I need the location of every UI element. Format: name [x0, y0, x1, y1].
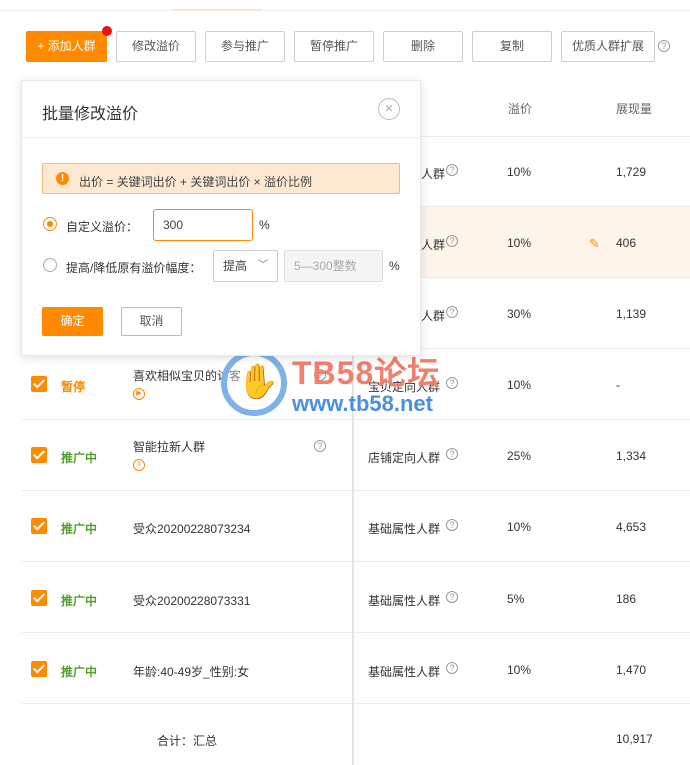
- impressions-value: -: [616, 378, 620, 392]
- formula-notice: ! 出价 = 关键词出价 + 关键词出价 × 溢价比例: [42, 163, 400, 194]
- header-premium[interactable]: 溢价: [508, 100, 532, 117]
- adjust-premium-radio[interactable]: [43, 258, 57, 272]
- help-icon[interactable]: ?: [658, 40, 670, 52]
- total-impressions: 10,917: [616, 732, 653, 746]
- help-icon[interactable]: ?: [446, 519, 458, 531]
- crowd-type: 基础属性人群: [368, 665, 441, 679]
- premium-value[interactable]: 10%: [507, 165, 531, 179]
- impressions-value: 1,470: [616, 663, 647, 677]
- premium-value[interactable]: 5%: [507, 592, 524, 606]
- premium-value[interactable]: 10%: [507, 663, 531, 677]
- impressions-value: 186: [616, 592, 637, 606]
- formula-text: 出价 = 关键词出价 + 关键词出价 × 溢价比例: [79, 175, 313, 189]
- watermark-url: www.tb58.net: [292, 391, 433, 416]
- impressions-value: 1,729: [616, 165, 647, 179]
- crowd-name[interactable]: 年龄:40-49岁_性别:女: [133, 663, 249, 680]
- top-divider: [0, 10, 690, 11]
- crowd-type: 基础属性人群: [368, 594, 441, 608]
- help-icon[interactable]: ?: [446, 662, 458, 674]
- row-checkbox[interactable]: [31, 376, 47, 392]
- crowd-type: 人群: [421, 238, 446, 252]
- row-checkbox[interactable]: [31, 447, 47, 463]
- status-badge: 推广中: [61, 665, 98, 679]
- row-divider: [22, 561, 690, 562]
- copy-button[interactable]: 复制: [472, 31, 552, 62]
- premium-value[interactable]: 10%: [507, 520, 531, 534]
- pause-promotion-button[interactable]: 暂停推广: [294, 31, 374, 62]
- pause-icon[interactable]: II: [133, 459, 145, 471]
- batch-modify-premium-popup: 批量修改溢价 × ! 出价 = 关键词出价 + 关键词出价 × 溢价比例 自定义…: [21, 80, 421, 356]
- adjust-direction-select[interactable]: 提高 ﹀: [213, 250, 278, 282]
- crowd-type: 人群: [421, 309, 446, 323]
- custom-premium-input[interactable]: 300: [153, 209, 253, 241]
- crowd-type: 人群: [421, 167, 446, 181]
- row-checkbox[interactable]: [31, 518, 47, 534]
- row-checkbox[interactable]: [31, 661, 47, 677]
- popup-divider: [22, 137, 420, 138]
- row-divider: [22, 703, 690, 704]
- impressions-value: 1,334: [616, 449, 647, 463]
- adjust-direction-value: 提高: [223, 259, 248, 273]
- row-divider: [22, 419, 690, 420]
- row-divider: [22, 632, 690, 633]
- premium-value[interactable]: 10%: [507, 378, 531, 392]
- total-label: 合计：汇总: [157, 734, 218, 748]
- add-crowd-label: + 添加人群: [37, 39, 96, 53]
- status-badge: 推广中: [61, 522, 98, 536]
- status-badge: 暂停: [61, 380, 86, 394]
- cancel-button[interactable]: 取消: [121, 307, 182, 336]
- crowd-name[interactable]: 受众20200228073331: [133, 592, 250, 609]
- status-badge: 推广中: [61, 594, 98, 608]
- help-icon[interactable]: ?: [446, 306, 458, 318]
- adjust-premium-label: 提高/降低原有溢价幅度：: [66, 261, 202, 275]
- premium-value[interactable]: 10%: [507, 236, 531, 250]
- help-icon[interactable]: ?: [314, 440, 326, 452]
- impressions-value: 406: [616, 236, 637, 250]
- crowd-type: 基础属性人群: [368, 522, 441, 536]
- adjust-amount-input[interactable]: 5—300整数: [284, 250, 383, 282]
- crowd-type: 店铺定向人群: [368, 451, 441, 465]
- help-icon[interactable]: ?: [446, 448, 458, 460]
- impressions-value: 1,139: [616, 307, 647, 321]
- tab-accent: [172, 9, 262, 11]
- chevron-down-icon: ﹀: [258, 260, 268, 271]
- percent-sign: %: [389, 259, 400, 273]
- forum-logo-icon: [221, 350, 287, 416]
- edit-pencil-icon[interactable]: ✎: [589, 236, 600, 252]
- delete-button[interactable]: 删除: [383, 31, 463, 62]
- header-impressions[interactable]: 展现量: [616, 100, 652, 117]
- percent-sign: %: [259, 218, 270, 232]
- modify-premium-button[interactable]: 修改溢价: [116, 31, 196, 62]
- help-icon[interactable]: ?: [446, 591, 458, 603]
- play-icon[interactable]: ▶: [133, 388, 145, 400]
- impressions-value: 4,653: [616, 520, 647, 534]
- confirm-button[interactable]: 确定: [42, 307, 103, 336]
- help-icon[interactable]: ?: [446, 235, 458, 247]
- warning-icon: !: [56, 172, 69, 185]
- popup-title: 批量修改溢价: [42, 106, 139, 123]
- help-icon[interactable]: ?: [446, 164, 458, 176]
- help-icon[interactable]: ?: [446, 377, 458, 389]
- row-divider: [22, 490, 690, 491]
- notification-dot: [102, 26, 112, 36]
- premium-value[interactable]: 30%: [507, 307, 531, 321]
- join-promotion-button[interactable]: 参与推广: [205, 31, 285, 62]
- close-icon[interactable]: ×: [378, 98, 400, 120]
- custom-premium-radio[interactable]: [43, 217, 57, 231]
- row-checkbox[interactable]: [31, 590, 47, 606]
- add-crowd-button[interactable]: + 添加人群: [26, 26, 112, 62]
- quality-crowd-expand-button[interactable]: 优质人群扩展: [561, 31, 655, 62]
- crowd-name[interactable]: 智能拉新人群: [133, 438, 205, 455]
- crowd-name[interactable]: 受众20200228073234: [133, 520, 250, 537]
- custom-premium-label: 自定义溢价：: [66, 220, 139, 234]
- premium-value[interactable]: 25%: [507, 449, 531, 463]
- status-badge: 推广中: [61, 451, 98, 465]
